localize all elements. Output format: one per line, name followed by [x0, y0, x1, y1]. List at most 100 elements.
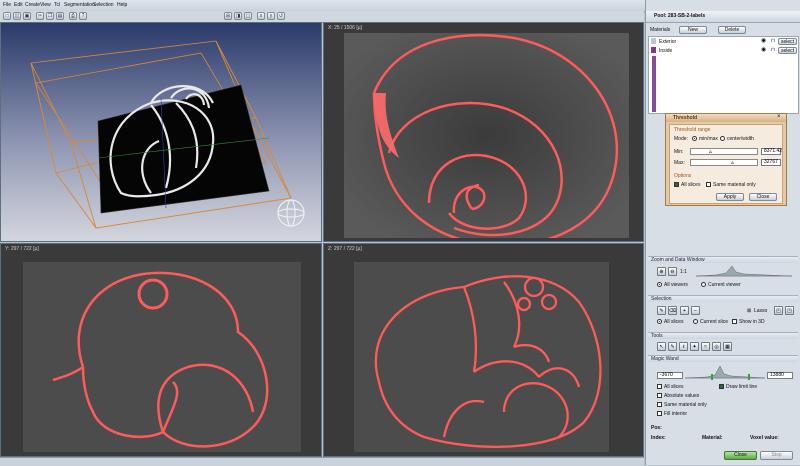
layout-1-icon[interactable]: ▢ — [244, 12, 252, 20]
lock-icon[interactable]: ⊓ — [771, 47, 775, 53]
stop-button[interactable]: Stop — [760, 451, 793, 460]
add-selection-icon[interactable]: ✎ — [657, 306, 666, 315]
wand-histogram[interactable] — [685, 363, 765, 380]
materials-label: Materials — [650, 27, 671, 33]
menu-segmentation[interactable]: Segmentation — [64, 2, 95, 8]
all-slices-radio[interactable] — [657, 319, 662, 324]
slider-thumb-icon[interactable]: ▵ — [731, 160, 734, 166]
select-button[interactable]: select — [778, 47, 797, 54]
paste-icon[interactable]: ▤ — [56, 12, 64, 20]
lasso-mode-icon[interactable]: ◰ — [774, 306, 783, 315]
delete-material-button[interactable]: Delete — [718, 26, 746, 34]
dialog-title-bar[interactable]: Threshold × — [666, 114, 786, 122]
apply-button[interactable]: Apply — [716, 193, 744, 201]
wand-all-slices-checkbox[interactable] — [657, 384, 662, 389]
magic-wand-section-header[interactable]: Magic Wand — [648, 355, 798, 362]
wand-min-field[interactable]: -3670 — [657, 372, 683, 379]
menu-create[interactable]: Create — [25, 2, 40, 8]
zoom-histogram[interactable] — [696, 262, 792, 278]
menu-help[interactable]: Help — [117, 2, 127, 8]
pointer-tool-icon[interactable]: ↖ — [657, 342, 666, 351]
current-slice-label: Current slice — [700, 319, 729, 325]
reset-icon[interactable]: ↺ — [277, 12, 285, 20]
current-slice-radio[interactable] — [693, 319, 698, 324]
threshold-tool-icon[interactable]: ▦ — [723, 342, 732, 351]
wand-max-field[interactable]: 13880 — [767, 372, 793, 379]
save-icon[interactable]: ▣ — [23, 12, 31, 20]
all-slices-label: All slices — [664, 319, 684, 325]
index-label: Index: — [651, 435, 666, 441]
material-color-swatch — [651, 47, 656, 53]
brush-tool-icon[interactable]: ✎ — [668, 342, 677, 351]
show-in-3d-label: Show in 3D — [739, 319, 765, 325]
orientation-gizmo — [277, 199, 305, 227]
show-in-3d-checkbox[interactable] — [732, 319, 737, 324]
absolute-values-checkbox[interactable] — [657, 393, 662, 398]
propagate-tool-icon[interactable]: ≈ — [701, 342, 710, 351]
all-viewers-radio[interactable] — [657, 282, 662, 287]
current-viewer-radio[interactable] — [701, 282, 706, 287]
dialog-title: Threshold — [673, 115, 698, 121]
same-material-checkbox[interactable] — [657, 402, 662, 407]
menu-tcl[interactable]: Tcl — [54, 2, 60, 8]
eye-icon[interactable]: ◉ — [761, 47, 766, 53]
same-material-label: Same material only — [664, 402, 707, 408]
dialog-close-button[interactable]: Close — [749, 193, 777, 201]
all-viewers-label: All viewers — [664, 282, 688, 288]
subtract-selection-icon[interactable]: ⌫ — [668, 306, 677, 315]
layout-x-icon[interactable]: x — [257, 12, 265, 20]
dialog-close-icon[interactable]: × — [777, 114, 781, 120]
open-icon[interactable]: ◫ — [13, 12, 21, 20]
menu-file[interactable]: File — [3, 2, 11, 8]
lasso-options-icon[interactable]: ◳ — [785, 306, 794, 315]
fill-interior-checkbox[interactable] — [657, 411, 662, 416]
menu-view[interactable]: View — [40, 2, 51, 8]
mode-minmax-radio[interactable] — [692, 136, 697, 141]
print-icon[interactable]: ⎙ — [69, 12, 77, 20]
max-slider[interactable]: ▵ — [690, 159, 758, 166]
min-slider[interactable]: ▵ — [690, 148, 758, 155]
close-panel-button[interactable]: Close — [724, 451, 757, 460]
wand-tool-icon[interactable]: ✦ — [690, 342, 699, 351]
selection-section-header[interactable]: Selection — [648, 295, 798, 302]
eye-icon[interactable]: ◉ — [761, 38, 766, 44]
blow-tool-icon[interactable]: ◎ — [712, 342, 721, 351]
material-row-exterior[interactable]: Exterior ◉ ⊓ select — [649, 37, 798, 46]
slider-thumb-icon[interactable]: ▵ — [709, 149, 712, 155]
viewer-bottom-right[interactable]: Z: 297 / 722 [µ] — [323, 243, 644, 457]
minus-selection-icon[interactable]: − — [691, 306, 700, 315]
menu-edit[interactable]: Edit — [14, 2, 23, 8]
menu-selection[interactable]: Selection — [93, 2, 114, 8]
copy-icon[interactable]: ❐ — [46, 12, 54, 20]
cut-icon[interactable]: ✂ — [36, 12, 44, 20]
viewer-top-right[interactable]: X: 25 / 1506 [µ] — [323, 22, 644, 242]
new-material-button[interactable]: New — [679, 26, 707, 34]
select-button[interactable]: select — [778, 38, 797, 45]
viewer-bottom-left[interactable]: Y: 297 / 722 [µ] — [0, 243, 322, 457]
plus-selection-icon[interactable]: + — [680, 306, 689, 315]
max-value-field[interactable]: 32767 — [761, 159, 781, 166]
material-row-inside[interactable]: Inside ◉ ⊓ select — [649, 46, 798, 55]
min-value-field[interactable]: 8371.42 — [761, 148, 782, 155]
lock-icon[interactable]: ⊓ — [771, 38, 775, 44]
layout-4-icon[interactable]: ⊞ — [224, 12, 232, 20]
layout-y-icon[interactable]: y — [267, 12, 275, 20]
dialog-all-slices-checkbox[interactable] — [674, 182, 679, 187]
draw-limit-line-label: Draw limit line — [726, 384, 758, 390]
lasso-label[interactable]: Lasso — [754, 308, 767, 314]
zoom-in-icon[interactable]: ⊕ — [657, 267, 666, 276]
draw-limit-line-checkbox[interactable] — [719, 384, 724, 389]
voxel-value-label: Voxel value: — [750, 435, 779, 441]
material-name: Inside — [659, 48, 673, 54]
material-color-bar — [652, 56, 656, 112]
help-icon[interactable]: ? — [79, 12, 87, 20]
tools-section-header[interactable]: Tools — [648, 332, 798, 339]
new-file-icon[interactable]: □ — [3, 12, 11, 20]
slice-image — [23, 262, 301, 452]
zoom-out-icon[interactable]: ⊖ — [668, 267, 677, 276]
layout-2-icon[interactable]: ◨ — [234, 12, 242, 20]
mode-center-radio[interactable] — [720, 136, 725, 141]
viewer-3d[interactable] — [0, 22, 322, 242]
dialog-same-material-checkbox[interactable] — [706, 182, 711, 187]
lasso-tool-icon[interactable]: ℓ — [679, 342, 688, 351]
